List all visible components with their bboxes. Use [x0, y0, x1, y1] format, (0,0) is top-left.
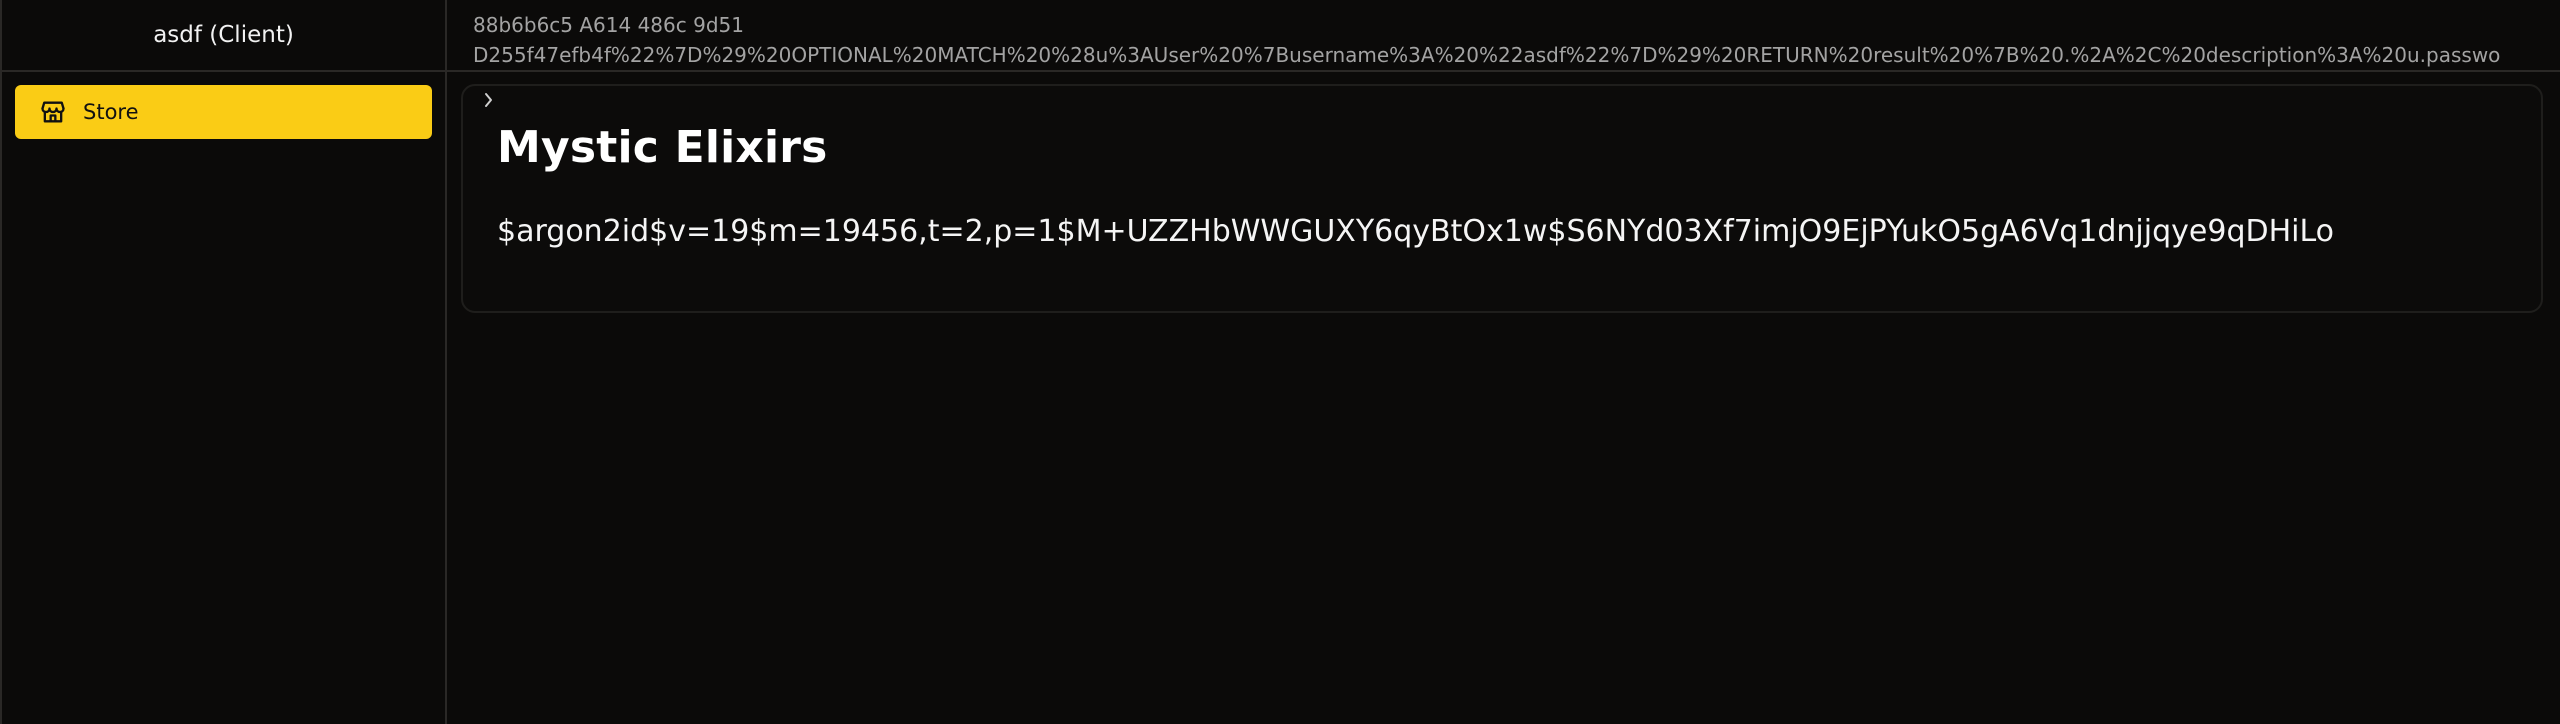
card-title: Mystic Elixirs — [497, 122, 828, 173]
main-content: 88b6b6c5 A614 486c 9d51 D255f47efb4f%22%… — [447, 0, 2560, 724]
card-description: $argon2id$v=19$m=19456,t=2,p=1$M+UZZHbWW… — [497, 214, 2335, 249]
chevron-right-icon[interactable] — [479, 90, 499, 110]
client-name: asdf (Client) — [153, 22, 294, 48]
sidebar-header: asdf (Client) — [2, 0, 445, 72]
sidebar-item-store[interactable]: Store — [15, 85, 432, 139]
app-shell: asdf (Client) Store 88b6b6c5 A614 486c 9… — [0, 0, 2560, 724]
store-icon — [39, 98, 67, 126]
sidebar-item-label: Store — [83, 100, 139, 124]
header-line-2: D255f47efb4f%22%7D%29%20OPTIONAL%20MATCH… — [473, 43, 2501, 67]
product-card: Mystic Elixirs $argon2id$v=19$m=19456,t=… — [461, 84, 2543, 313]
sidebar: asdf (Client) Store — [0, 0, 447, 724]
header-line-1: 88b6b6c5 A614 486c 9d51 — [473, 13, 744, 37]
url-header: 88b6b6c5 A614 486c 9d51 D255f47efb4f%22%… — [447, 0, 2560, 72]
sidebar-nav: Store — [2, 72, 445, 139]
